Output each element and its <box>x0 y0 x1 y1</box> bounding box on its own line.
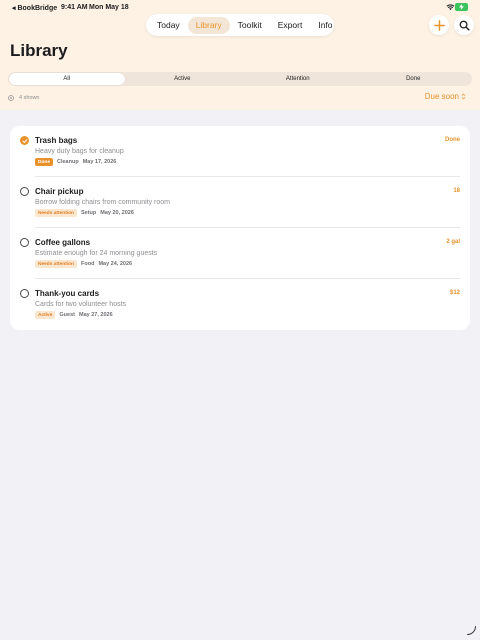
item-subtitle: Borrow folding chairs from community roo… <box>35 199 170 206</box>
item-meta: Active Guest May 27, 2026 <box>35 311 113 319</box>
list-item[interactable]: Coffee gallons Estimate enough for 24 mo… <box>10 228 470 279</box>
tab-today[interactable]: Today <box>149 17 188 34</box>
checkmark-icon <box>22 138 27 143</box>
circle-dot-icon <box>8 95 14 101</box>
item-meta: Needs attention Food May 24, 2026 <box>35 260 132 268</box>
status-badge: Needs attention <box>35 260 77 268</box>
item-date: May 24, 2026 <box>98 261 133 267</box>
filter-segmented-control: All Active Attention Done <box>8 72 472 86</box>
item-category: Setup <box>80 210 97 216</box>
chevron-up-down-icon <box>461 93 466 100</box>
item-subtitle: Estimate enough for 24 morning guests <box>35 250 158 257</box>
plus-icon <box>433 19 445 31</box>
top-navigation: Today Library Toolkit Export Info <box>146 14 334 36</box>
list-item[interactable]: Chair pickup Borrow folding chairs from … <box>10 177 470 228</box>
item-category: Guest <box>59 312 75 318</box>
shown-count-label: 4 shown <box>19 95 40 101</box>
item-meta: Done Cleanup May 17, 2026 <box>35 158 116 166</box>
tab-library[interactable]: Library <box>187 16 230 34</box>
sort-label: Due soon <box>424 92 459 101</box>
library-list: Trash bags Heavy duty bags for cleanup D… <box>10 126 470 330</box>
item-title: Chair pickup <box>35 187 84 196</box>
item-subtitle: Heavy duty bags for cleanup <box>35 148 124 155</box>
item-date: May 20, 2026 <box>100 210 134 216</box>
status-badge: Done <box>35 158 53 166</box>
item-title: Coffee gallons <box>35 238 91 247</box>
item-category: Cleanup <box>57 159 79 165</box>
status-badge: Needs attention <box>35 209 77 217</box>
filter-all[interactable]: All <box>9 73 125 85</box>
item-checkbox[interactable] <box>20 187 29 196</box>
item-checkbox[interactable] <box>20 289 29 298</box>
resize-handle-icon[interactable] <box>467 626 476 635</box>
status-date: Mon May 18 <box>89 4 129 11</box>
item-trailing-value: 18 <box>453 188 460 194</box>
add-button[interactable] <box>429 15 449 35</box>
item-checkbox[interactable] <box>20 238 29 247</box>
item-subtitle: Cards for two volunteer hosts <box>35 301 127 308</box>
item-date: May 27, 2026 <box>79 312 113 318</box>
page-title: Library <box>10 41 68 60</box>
filter-attention[interactable]: Attention <box>240 73 356 85</box>
back-to-app-link[interactable]: ◂ BookBridge <box>12 4 57 12</box>
tab-export[interactable]: Export <box>270 17 311 34</box>
battery-icon <box>455 3 468 11</box>
item-meta: Needs attention Setup May 20, 2026 <box>35 209 134 217</box>
tab-info[interactable]: Info <box>310 17 340 34</box>
item-title: Thank-you cards <box>35 289 100 298</box>
wifi-icon <box>446 3 455 11</box>
item-trailing-value: $12 <box>449 290 460 296</box>
filter-done[interactable]: Done <box>356 73 472 85</box>
item-category: Food <box>80 261 95 267</box>
item-trailing-value: Done <box>445 137 460 143</box>
search-icon <box>459 20 470 31</box>
item-trailing-value: 2 gal <box>446 239 460 245</box>
item-checkbox[interactable] <box>20 136 29 145</box>
item-date: May 17, 2026 <box>82 159 117 165</box>
sort-button[interactable]: Due soon <box>425 92 466 101</box>
tab-toolkit[interactable]: Toolkit <box>230 17 270 34</box>
search-button[interactable] <box>454 15 474 35</box>
item-count: 4 shown <box>8 94 40 102</box>
list-item[interactable]: Trash bags Heavy duty bags for cleanup D… <box>10 126 470 177</box>
status-badge: Active <box>35 311 56 319</box>
item-title: Trash bags <box>35 136 78 145</box>
status-time: 9:41 AM <box>61 4 88 11</box>
filter-active[interactable]: Active <box>125 73 241 85</box>
list-item[interactable]: Thank-you cards Cards for two volunteer … <box>10 279 470 330</box>
